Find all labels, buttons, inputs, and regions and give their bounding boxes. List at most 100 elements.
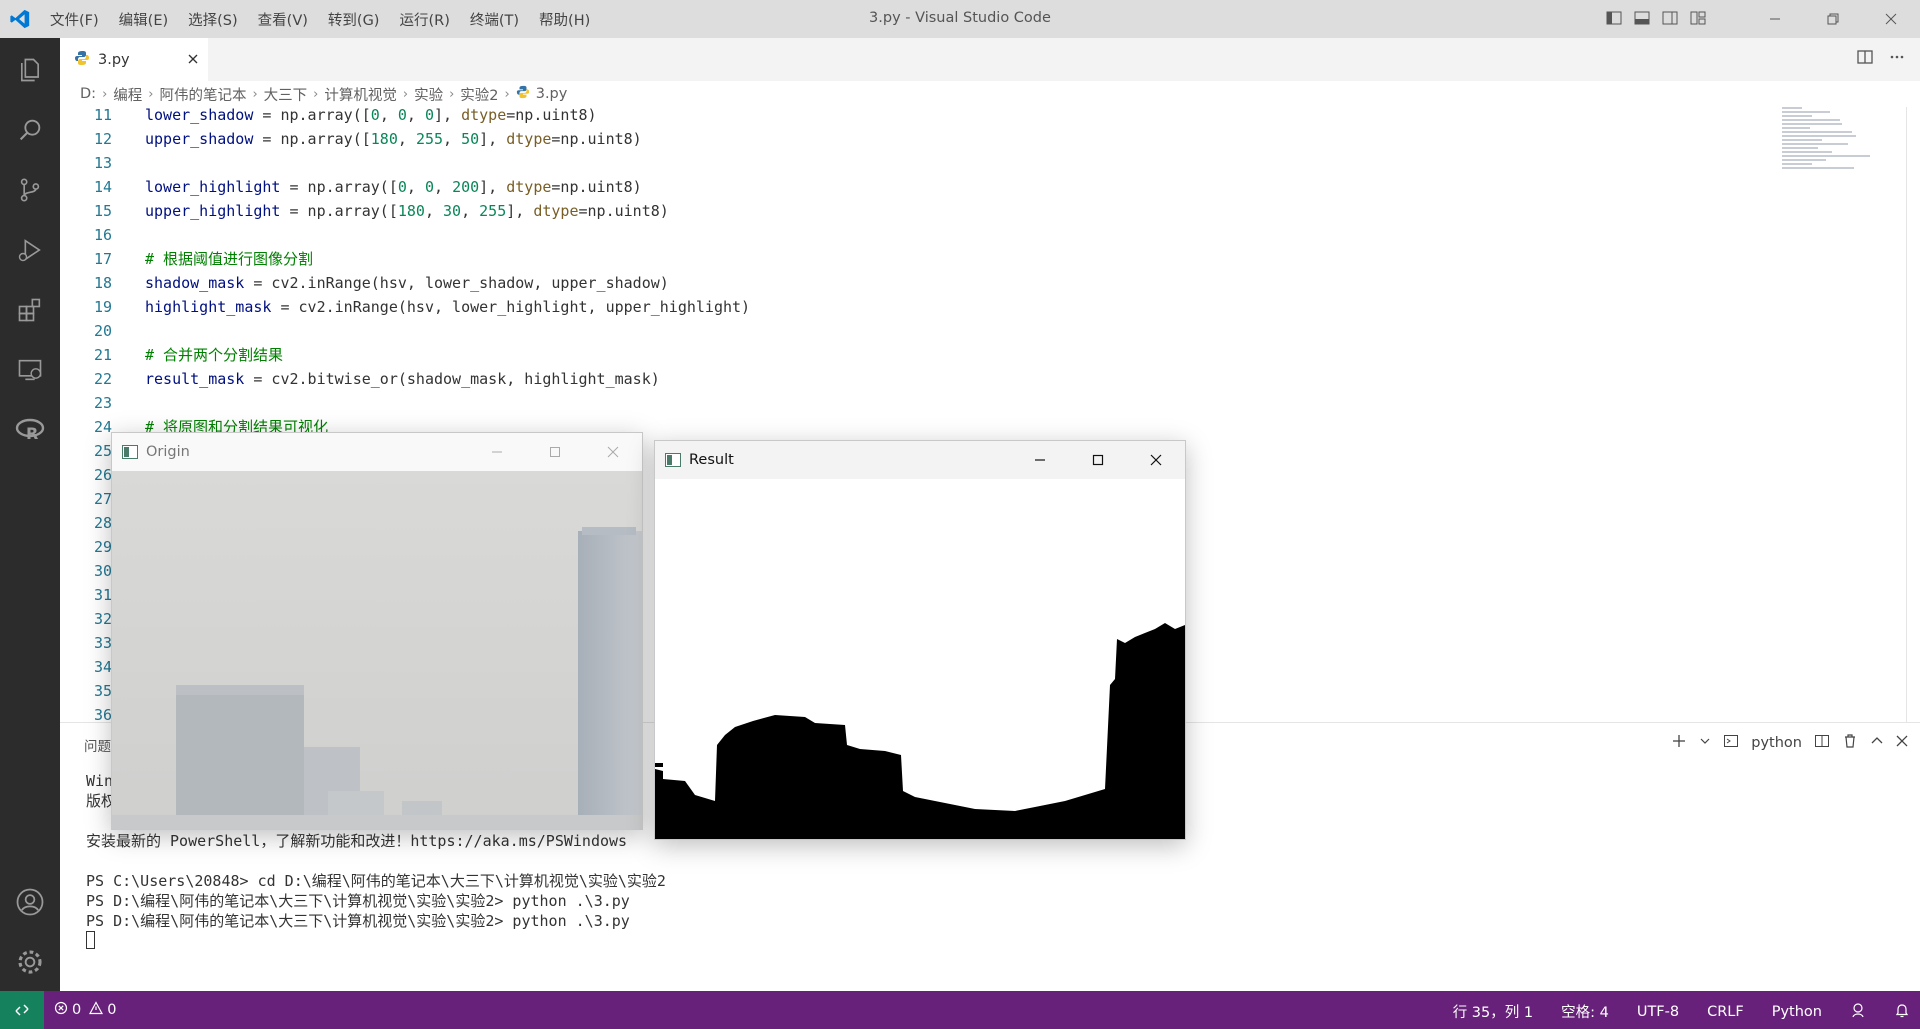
line-number: 11 <box>93 107 112 124</box>
hazy-city-photo <box>112 471 642 829</box>
encoding[interactable]: UTF-8 <box>1637 1004 1679 1020</box>
breadcrumb-folder[interactable]: 实验2 <box>460 84 498 105</box>
close-icon[interactable] <box>1127 441 1185 479</box>
code-line: 20 <box>60 319 1780 343</box>
notifications-bell-icon[interactable] <box>1894 1002 1910 1022</box>
trash-icon[interactable] <box>1842 733 1858 753</box>
chevron-right-icon: › <box>504 86 510 102</box>
line-number: 31 <box>93 586 112 604</box>
run-debug-icon[interactable] <box>0 226 60 274</box>
line-number: 32 <box>93 610 112 628</box>
chevron-right-icon: › <box>102 86 108 102</box>
minimize-icon[interactable] <box>468 433 526 471</box>
r-icon[interactable]: R <box>0 406 60 454</box>
menu-bar: 文件(F) 编辑(E) 选择(S) 查看(V) 转到(G) 运行(R) 终端(T… <box>40 0 600 38</box>
remote-explorer-icon[interactable] <box>0 346 60 394</box>
code-line: 13 <box>60 151 1780 175</box>
result-window-titlebar[interactable]: Result <box>655 441 1185 479</box>
settings-gear-icon[interactable] <box>0 938 60 986</box>
code-line: 14 lower_highlight = np.array([0, 0, 200]… <box>60 175 1780 199</box>
split-terminal-icon[interactable] <box>1814 733 1830 753</box>
tab-close-icon[interactable] <box>184 50 202 68</box>
breadcrumb-folder[interactable]: 计算机视觉 <box>324 84 397 105</box>
line-number: 19 <box>93 298 112 316</box>
line-number: 34 <box>93 658 112 676</box>
breadcrumb-folder[interactable]: 编程 <box>113 84 142 105</box>
line-number: 33 <box>93 634 112 652</box>
chevron-up-icon[interactable] <box>1870 734 1884 752</box>
toggle-panel-icon[interactable] <box>1632 8 1652 28</box>
code-line: 11 lower_shadow = np.array([0, 0, 0], dty… <box>60 107 1780 127</box>
indentation[interactable]: 空格: 4 <box>1561 1001 1609 1022</box>
breadcrumb-file[interactable]: 3.py <box>536 86 568 102</box>
line-number: 16 <box>93 226 112 244</box>
chevron-right-icon: › <box>449 86 455 102</box>
terminal-shell-label[interactable]: python <box>1751 735 1802 751</box>
extensions-icon[interactable] <box>0 286 60 334</box>
origin-image-window[interactable]: Origin <box>111 432 643 830</box>
maximize-icon[interactable] <box>526 433 584 471</box>
menu-run[interactable]: 运行(R) <box>389 9 459 30</box>
language-mode[interactable]: Python <box>1772 1004 1822 1020</box>
panel-tab-problems[interactable]: 问题 <box>84 735 111 755</box>
minimize-icon[interactable] <box>1011 441 1069 479</box>
line-number: 36 <box>93 706 112 722</box>
svg-text:R: R <box>26 424 38 443</box>
menu-terminal[interactable]: 终端(T) <box>460 9 529 30</box>
line-number: 21 <box>93 346 112 364</box>
line-number: 13 <box>93 154 112 172</box>
toggle-primary-sidebar-icon[interactable] <box>1604 8 1624 28</box>
tab-3-py[interactable]: 3.py <box>60 38 208 81</box>
breadcrumb-folder[interactable]: 大三下 <box>264 84 308 105</box>
chevron-right-icon: › <box>402 86 409 102</box>
restore-icon[interactable] <box>1804 0 1862 38</box>
origin-window-titlebar[interactable]: Origin <box>112 433 642 471</box>
editor-tab-bar: 3.py <box>60 38 1920 81</box>
maximize-icon[interactable] <box>1069 441 1127 479</box>
close-icon[interactable] <box>1862 0 1920 38</box>
new-terminal-icon[interactable] <box>1671 733 1687 753</box>
activity-bar: R <box>0 38 60 991</box>
end-of-line[interactable]: CRLF <box>1707 1004 1744 1020</box>
toggle-secondary-sidebar-icon[interactable] <box>1660 8 1680 28</box>
menu-help[interactable]: 帮助(H) <box>529 9 600 30</box>
breadcrumb-drive[interactable]: D: <box>80 86 96 102</box>
customize-layout-icon[interactable] <box>1688 8 1708 28</box>
breadcrumb-folder[interactable]: 实验 <box>414 84 443 105</box>
layout-controls <box>1604 8 1708 28</box>
terminal-cursor[interactable] <box>86 931 95 949</box>
code-text: highlight_mask = cv2.inRange(hsv, lower_… <box>145 298 751 316</box>
more-actions-icon[interactable] <box>1888 48 1906 70</box>
explorer-icon[interactable] <box>0 46 60 94</box>
error-count: 0 <box>72 1002 82 1018</box>
close-icon[interactable] <box>584 433 642 471</box>
code-line: 15 upper_highlight = np.array([180, 30, 2… <box>60 199 1780 223</box>
result-mask-window[interactable]: Result <box>654 440 1186 840</box>
breadcrumb-folder[interactable]: 阿伟的笔记本 <box>159 84 246 105</box>
minimize-icon[interactable] <box>1746 0 1804 38</box>
menu-view[interactable]: 查看(V) <box>248 9 318 30</box>
editor-scrollbar[interactable] <box>1906 107 1920 722</box>
search-icon[interactable] <box>0 106 60 154</box>
chevron-down-icon[interactable] <box>1699 735 1711 751</box>
feedback-icon[interactable] <box>1850 1002 1866 1022</box>
account-icon[interactable] <box>0 878 60 926</box>
menu-go[interactable]: 转到(G) <box>318 9 390 30</box>
minimap[interactable] <box>1782 107 1892 177</box>
close-panel-icon[interactable] <box>1896 735 1908 751</box>
result-window-controls <box>1011 441 1185 479</box>
split-editor-icon[interactable] <box>1856 48 1874 70</box>
menu-file[interactable]: 文件(F) <box>40 9 109 30</box>
problems-indicator[interactable]: 0 0 <box>54 1001 116 1019</box>
menu-edit[interactable]: 编辑(E) <box>109 9 178 30</box>
line-number: 24 <box>93 418 112 436</box>
app-window-icon <box>122 445 138 459</box>
line-number: 25 <box>93 442 112 460</box>
source-control-icon[interactable] <box>0 166 60 214</box>
title-bar: 文件(F) 编辑(E) 选择(S) 查看(V) 转到(G) 运行(R) 终端(T… <box>0 0 1920 38</box>
cursor-position[interactable]: 行 35，列 1 <box>1453 1001 1533 1022</box>
menu-selection[interactable]: 选择(S) <box>178 9 248 30</box>
terminal-icon <box>1723 733 1739 753</box>
remote-indicator-icon[interactable] <box>0 991 44 1029</box>
code-text: upper_highlight = np.array([180, 30, 255… <box>145 202 669 220</box>
